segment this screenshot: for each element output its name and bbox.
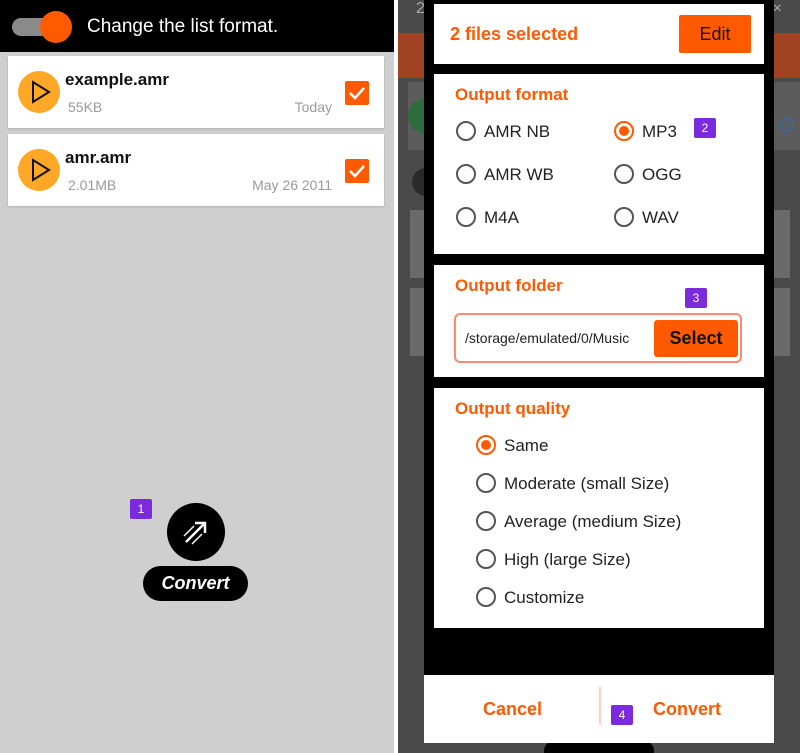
output-folder-section: Output folder 3 /storage/emulated/0/Musi… (434, 265, 764, 377)
convert-button[interactable]: Convert (653, 699, 721, 720)
annotation-badge-4: 4 (611, 705, 633, 725)
format-option-wav[interactable]: WAV (614, 205, 734, 229)
radio-button[interactable] (456, 121, 476, 141)
option-label: M4A (484, 208, 519, 227)
format-option-ogg[interactable]: OGG (614, 162, 734, 186)
file-checkbox[interactable] (345, 159, 369, 183)
header-title: Change the list format. (87, 16, 279, 37)
convert-fab-button[interactable] (167, 503, 225, 561)
annotation-badge-1: 1 (130, 499, 152, 519)
radio-button[interactable] (476, 549, 496, 569)
annotation-badge-2: 2 (694, 118, 716, 138)
folder-path: /storage/emulated/0/Music (465, 330, 630, 346)
left-screen: Change the list format. example.amr 55KB… (0, 0, 394, 753)
option-label: WAV (642, 208, 679, 227)
right-screen: 2 × i 2 files selected Edit Output forma… (398, 0, 800, 753)
option-label: Moderate (small Size) (504, 474, 670, 493)
footer-divider (599, 687, 601, 725)
option-label: High (large Size) (504, 550, 631, 569)
file-date: Today (294, 99, 332, 115)
toggle-knob (40, 11, 72, 43)
file-item-amr-amr[interactable]: amr.amr 2.01MB May 26 2011 (8, 134, 384, 206)
cancel-button[interactable]: Cancel (483, 699, 542, 720)
section-title: Output folder (455, 276, 563, 295)
output-folder-field[interactable]: /storage/emulated/0/Music Select (454, 313, 742, 363)
selected-count: 2 files selected (450, 24, 579, 44)
checkmark-icon (349, 165, 365, 178)
top-bar: Change the list format. (0, 0, 394, 52)
quality-option-moderate[interactable]: Moderate (small Size) (476, 471, 736, 495)
radio-button[interactable] (476, 587, 496, 607)
radio-button-selected[interactable] (476, 435, 496, 455)
dialog-footer: Cancel 4 Convert (424, 675, 774, 743)
file-item-example-amr[interactable]: example.amr 55KB Today (8, 56, 384, 128)
annotation-badge-3: 3 (685, 288, 707, 308)
file-size: 55KB (68, 99, 103, 115)
format-option-amr-wb[interactable]: AMR WB (456, 162, 596, 186)
quality-option-average[interactable]: Average (medium Size) (476, 509, 736, 533)
quality-option-high[interactable]: High (large Size) (476, 547, 736, 571)
select-folder-button[interactable]: Select (654, 320, 738, 357)
edit-button[interactable]: Edit (679, 15, 751, 53)
option-label: AMR NB (484, 122, 551, 141)
format-option-amr-nb[interactable]: AMR NB (456, 119, 596, 143)
radio-button-selected[interactable] (614, 121, 634, 141)
convert-label[interactable]: Convert (143, 566, 248, 601)
format-option-m4a[interactable]: M4A (456, 205, 596, 229)
file-checkbox[interactable] (345, 81, 369, 105)
format-option-mp3[interactable]: MP3 (614, 119, 734, 143)
radio-button[interactable] (476, 473, 496, 493)
option-label: MP3 (642, 122, 677, 141)
option-label: Same (504, 436, 549, 455)
convert-arrow-icon (183, 521, 207, 545)
radio-button[interactable] (476, 511, 496, 531)
radio-button[interactable] (456, 207, 476, 227)
convert-dialog: 2 files selected Edit Output format AMR … (424, 0, 774, 743)
quality-option-same[interactable]: Same (476, 433, 736, 457)
output-quality-section: Output quality Same Moderate (small Size… (434, 388, 764, 628)
option-label: Average (medium Size) (504, 512, 682, 531)
option-label: AMR WB (484, 165, 554, 184)
ad-info-icon: i (780, 118, 794, 132)
file-name: amr.amr (65, 148, 132, 167)
background-close-icon: × (772, 0, 782, 17)
list-format-toggle[interactable] (10, 11, 72, 43)
section-title: Output format (455, 85, 569, 104)
radio-button[interactable] (456, 164, 476, 184)
selection-header: 2 files selected Edit (434, 4, 764, 64)
quality-option-customize[interactable]: Customize (476, 585, 736, 609)
output-format-section: Output format AMR NB MP3 AMR WB OGG M4A (434, 74, 764, 254)
option-label: Customize (504, 588, 585, 607)
option-label: OGG (642, 165, 682, 184)
radio-button[interactable] (614, 164, 634, 184)
file-name: example.amr (65, 70, 169, 89)
section-title: Output quality (455, 399, 571, 418)
play-icon[interactable] (18, 71, 60, 113)
checkmark-icon (349, 87, 365, 100)
play-icon[interactable] (18, 149, 60, 191)
file-date: May 26 2011 (252, 177, 332, 193)
radio-button[interactable] (614, 207, 634, 227)
file-size: 2.01MB (68, 177, 117, 193)
